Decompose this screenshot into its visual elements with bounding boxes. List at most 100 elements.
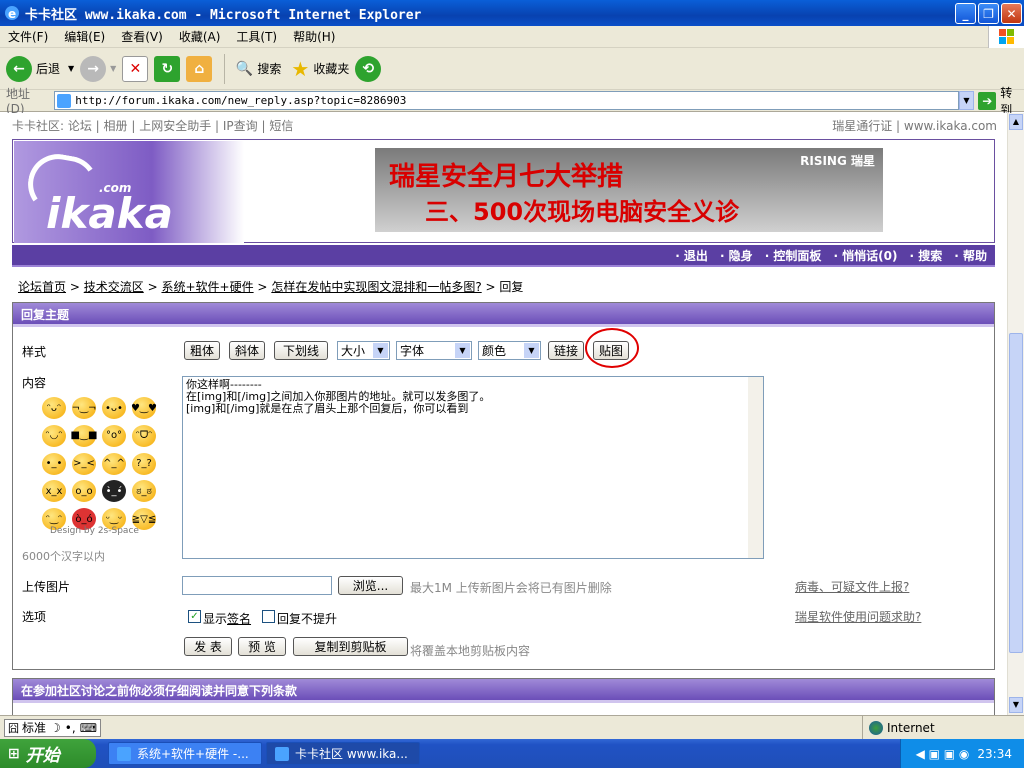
home-button[interactable]: ⌂: [186, 55, 213, 82]
task2-label: 卡卡社区 www.ika...: [295, 747, 408, 761]
close-button[interactable]: ✕: [1001, 3, 1022, 24]
emoticon-icon[interactable]: ■‿■: [71, 424, 97, 447]
help-link[interactable]: 瑞星软件使用问题求助?: [795, 608, 921, 625]
taskbar-item-ikaka[interactable]: 卡卡社区 www.ika...: [266, 742, 420, 765]
scroll-down-icon[interactable]: ▼: [1009, 697, 1023, 713]
scroll-thumb[interactable]: [1009, 333, 1023, 653]
tray-icons[interactable]: ◀ ▣ ▣ ◉: [916, 747, 970, 761]
menu-file[interactable]: 文件(F): [0, 28, 56, 45]
crumb-tech[interactable]: 技术交流区: [84, 280, 144, 294]
content-label: 内容: [22, 376, 47, 390]
punctuation-icon: •,: [64, 720, 76, 735]
ad-banner[interactable]: 瑞星安全月七大举措 三、500次现场电脑安全义诊 RISING 瑞星: [375, 148, 883, 232]
char-limit: 6000个汉字以内: [22, 550, 105, 563]
search-button[interactable]: 🔍 搜索: [231, 56, 282, 82]
emoticon-icon[interactable]: x_x: [42, 480, 66, 503]
menu-help[interactable]: 帮助(H): [285, 28, 343, 45]
crumb-home[interactable]: 论坛首页: [18, 280, 66, 294]
ad-line-1: 瑞星安全月七大举措: [389, 162, 624, 192]
virus-report-link[interactable]: 病毒、可疑文件上报?: [795, 578, 909, 595]
back-button[interactable]: ← 后退 ▼: [6, 55, 74, 82]
nav-search[interactable]: · 搜索: [910, 247, 943, 264]
windows-flag-icon: ⊞: [8, 745, 20, 762]
ikaka-logo[interactable]: .com ikaka: [14, 141, 244, 243]
emoticon-icon[interactable]: ¬‿¬: [72, 397, 96, 419]
menu-edit[interactable]: 编辑(E): [56, 28, 113, 45]
forward-button[interactable]: → ▼: [80, 55, 116, 82]
nav-control-panel[interactable]: · 控制面板: [765, 247, 822, 264]
no-bump-label[interactable]: 回复不提升: [277, 610, 337, 627]
crumb-system[interactable]: 系统+软件+硬件: [161, 280, 253, 294]
nav-logout[interactable]: · 退出: [675, 247, 708, 264]
ie-icon: [117, 746, 131, 761]
address-dropdown-icon[interactable]: ▼: [958, 91, 975, 110]
options-label: 选项: [22, 610, 47, 624]
preview-button[interactable]: 预 览: [238, 637, 286, 656]
emoticon-icon[interactable]: ♥‿♥: [131, 397, 157, 419]
emoticon-grid: ᵔᴗᵔ ¬‿¬ •ᴗ• ♥‿♥ ᵔ◡ᵔ ■‿■ °o° ᵔᗜᵔ •_• >_< …: [38, 393, 158, 538]
show-signature-checkbox[interactable]: ✓: [188, 610, 201, 623]
scroll-up-icon[interactable]: ▲: [1009, 114, 1023, 130]
logo-text: ikaka: [46, 189, 173, 238]
emoticon-icon[interactable]: ᵔᴗᵔ: [42, 397, 66, 419]
italic-button[interactable]: 斜体: [229, 341, 265, 360]
forward-dropdown-icon[interactable]: ▼: [110, 64, 116, 73]
svg-text:e: e: [8, 7, 16, 21]
top-nav-right[interactable]: 瑞星通行证 | www.ikaka.com: [832, 117, 997, 134]
show-text: 显示: [203, 612, 228, 626]
emoticon-icon[interactable]: ᵔᗜᵔ: [132, 424, 156, 447]
crumb-topic[interactable]: 怎样在发帖中实现图文混排和一帖多图?: [271, 280, 481, 294]
textarea-scrollbar[interactable]: [748, 377, 763, 558]
menu-favorites[interactable]: 收藏(A): [171, 28, 229, 45]
ime-bar[interactable]: 囧 标准 ☽ •, ⌨: [4, 718, 102, 737]
font-select[interactable]: 字体 ▼: [396, 341, 472, 360]
forum-nav: · 退出 · 隐身 · 控制面板 · 悄悄话(0) · 搜索 · 帮助: [12, 245, 995, 267]
emoticon-icon[interactable]: •̀_•́: [102, 480, 126, 503]
crumb-reply: 回复: [499, 280, 524, 294]
nav-invisible[interactable]: · 隐身: [720, 247, 753, 264]
address-input[interactable]: http://forum.ikaka.com/new_reply.asp?top…: [54, 91, 959, 110]
emoticon-icon[interactable]: ^_^: [102, 452, 126, 475]
emoticon-icon[interactable]: o_o: [72, 480, 96, 503]
favorites-button[interactable]: ★ 收藏夹: [287, 56, 349, 82]
nav-help[interactable]: · 帮助: [954, 247, 987, 264]
link-button[interactable]: 链接: [548, 341, 584, 360]
size-select[interactable]: 大小 ▼: [337, 341, 390, 360]
copy-button[interactable]: 复制到剪贴板: [293, 637, 408, 656]
top-nav-left[interactable]: 卡卡社区: 论坛 | 相册 | 上网安全助手 | IP查询 | 短信: [12, 119, 293, 133]
stop-button[interactable]: ✕: [122, 55, 149, 82]
menu-tools[interactable]: 工具(T): [228, 28, 285, 45]
underline-button[interactable]: 下划线: [274, 341, 328, 360]
back-dropdown-icon[interactable]: ▼: [68, 64, 74, 73]
restore-button[interactable]: ❐: [978, 3, 999, 24]
content-line: [img]和[/img]就是在点了眉头上那个回复后，你可以看到: [186, 402, 469, 415]
minimize-button[interactable]: _: [955, 3, 976, 24]
emoticon-credit: Design by 2s-Space: [50, 526, 139, 536]
refresh-button[interactable]: ↻: [154, 55, 181, 82]
submit-button[interactable]: 发 表: [184, 637, 232, 656]
upload-file-input[interactable]: [182, 576, 332, 595]
nav-messages[interactable]: · 悄悄话(0): [833, 247, 897, 264]
emoticon-icon[interactable]: ?_?: [132, 452, 156, 475]
signature-link[interactable]: 签名: [227, 612, 251, 626]
no-bump-checkbox[interactable]: [262, 610, 275, 623]
color-select[interactable]: 颜色 ▼: [478, 341, 541, 360]
emoticon-icon[interactable]: ᵔ◡ᵔ: [42, 424, 66, 447]
history-button[interactable]: ⟲: [355, 55, 382, 82]
emoticon-icon[interactable]: >_<: [72, 452, 96, 475]
taskbar-item-system[interactable]: 系统+软件+硬件 -...: [108, 742, 262, 765]
vertical-scrollbar[interactable]: ▲ ▼: [1007, 113, 1024, 715]
emoticon-icon[interactable]: ಠ_ಠ: [132, 480, 156, 503]
menu-view[interactable]: 查看(V): [113, 28, 171, 45]
bold-button[interactable]: 粗体: [184, 341, 220, 360]
ie-icon: [275, 746, 289, 761]
emoticon-icon[interactable]: •ᴗ•: [102, 397, 126, 419]
browse-button[interactable]: 浏览...: [338, 576, 403, 595]
emoticon-icon[interactable]: •_•: [42, 452, 66, 475]
show-signature-label[interactable]: 显示签名: [203, 610, 251, 627]
status-bar: 囧 标准 ☽ •, ⌨ Internet: [0, 715, 1024, 739]
start-button[interactable]: ⊞ 开始: [0, 739, 96, 768]
content-textarea[interactable]: 你这样啊-------- 在[img]和[/img]之间加入你那图片的地址。就可…: [182, 376, 764, 559]
emoticon-icon[interactable]: °o°: [102, 424, 126, 447]
ie-icon: e: [5, 6, 19, 21]
